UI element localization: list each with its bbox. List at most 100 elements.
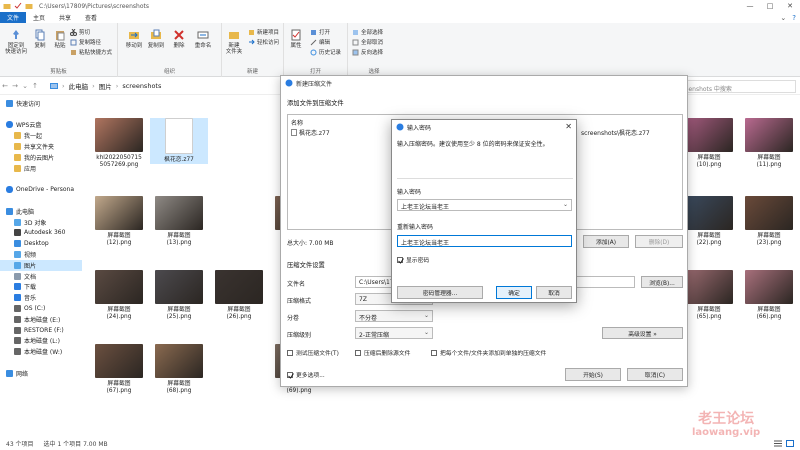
nav-item[interactable]: 网络 <box>0 368 82 379</box>
reenter-password-input[interactable]: 上老王论坛当老王 <box>397 235 572 247</box>
file-tile[interactable]: 屏幕截图 (10).png <box>680 118 738 169</box>
nav-item[interactable]: 应用 <box>0 163 82 174</box>
paste-shortcut-button[interactable]: 粘贴快捷方式 <box>70 48 112 56</box>
file-tile[interactable]: 屏幕截图 (25).png <box>150 270 208 321</box>
close-button[interactable]: ✕ <box>780 0 800 12</box>
properties-button[interactable]: 属性 <box>286 29 306 49</box>
nav-item[interactable]: 3D 对象 <box>0 217 82 228</box>
forward-arrow-icon[interactable]: → <box>10 82 20 90</box>
copy-button[interactable]: 复制 <box>32 29 48 49</box>
file-tile[interactable]: 屏幕截图 (26).png <box>210 270 268 321</box>
split-select[interactable]: 不分卷 ⌄ <box>355 310 433 322</box>
nav-item[interactable]: 文档 <box>0 271 82 282</box>
file-tile[interactable]: 屏幕截图 (24).png <box>90 270 148 321</box>
invert-selection-button[interactable]: 反向选择 <box>352 48 383 56</box>
chevron-down-icon[interactable]: ⌄ <box>20 82 30 90</box>
enter-password-input[interactable]: 上老王论坛当老王 ⌄ <box>397 199 572 211</box>
new-folder-button[interactable]: 新建 文件夹 <box>224 29 244 55</box>
tab-file[interactable]: 文件 <box>0 12 27 23</box>
show-password-checkbox[interactable]: 显示密码 <box>397 255 429 264</box>
select-none-button[interactable]: 全部取消 <box>352 38 383 46</box>
copy-to-button[interactable]: 复制到 <box>146 29 166 49</box>
nav-item[interactable]: 下载 <box>0 282 82 293</box>
minimize-button[interactable]: — <box>740 0 760 12</box>
nav-item[interactable]: 视频 <box>0 249 82 260</box>
advanced-settings-button[interactable]: 高级设置 » <box>602 327 683 339</box>
rename-button[interactable]: 重命名 <box>192 29 214 49</box>
nav-item[interactable]: Autodesk 360 <box>0 228 82 239</box>
nav-item[interactable]: 我一起 <box>0 130 82 141</box>
close-icon[interactable]: ✕ <box>565 122 572 131</box>
open-button[interactable]: 打开 <box>310 28 330 36</box>
archive-file-row[interactable]: 枫花恋.z77 <box>291 128 330 137</box>
archive-settings-header: 压缩文件设置 <box>287 262 325 269</box>
nav-item[interactable]: 我的云图片 <box>0 152 82 163</box>
separate-archives-checkbox[interactable]: 把每个文件/文件夹添加到单独的压缩文件 <box>431 348 546 357</box>
history-button[interactable]: 历史记录 <box>310 48 341 56</box>
tab-view[interactable]: 查看 <box>78 12 104 23</box>
pin-button[interactable]: 固定到 快速访问 <box>4 29 28 55</box>
chevron-down-icon[interactable]: ⌄ <box>780 14 786 22</box>
nav-item[interactable]: 图片 <box>0 259 82 271</box>
nav-item[interactable]: Desktop <box>0 238 82 249</box>
file-tile[interactable]: khl2022050715 5057269.png <box>90 118 148 169</box>
breadcrumb-item[interactable]: screenshots <box>122 82 161 90</box>
file-tile[interactable]: 枫花恋.z77 <box>150 118 208 164</box>
test-archive-checkbox[interactable]: 测试压缩文件(T) <box>287 348 339 357</box>
nav-item[interactable]: 此电脑 <box>0 206 82 217</box>
ok-button[interactable]: 确定 <box>496 286 532 299</box>
file-tile[interactable]: 屏幕截图 (65).png <box>680 270 738 321</box>
details-view-icon[interactable] <box>774 440 782 447</box>
file-tile[interactable]: 屏幕截图 (66).png <box>740 270 798 321</box>
breadcrumb[interactable]: › 此电脑 › 图片 › screenshots <box>50 81 161 91</box>
select-all-button[interactable]: 全部选择 <box>352 28 383 36</box>
level-select[interactable]: 2-正常压缩 ⌄ <box>355 327 433 339</box>
nav-item[interactable]: 本地磁盘 (L:) <box>0 336 82 347</box>
help-icon[interactable]: ? <box>792 14 796 22</box>
tab-home[interactable]: 主页 <box>26 12 52 23</box>
nav-item[interactable]: 快速访问 <box>0 98 82 109</box>
nav-item[interactable]: OneDrive - Persona <box>0 184 82 195</box>
tab-share[interactable]: 共享 <box>52 12 78 23</box>
copy-path-button[interactable]: 复制路径 <box>70 38 101 46</box>
nav-item[interactable]: 音乐 <box>0 292 82 303</box>
delete-after-checkbox[interactable]: 压缩后删除源文件 <box>355 348 410 357</box>
file-tile[interactable]: 屏幕截图 (12).png <box>90 196 148 247</box>
file-tile[interactable]: 屏幕截图 (13).png <box>150 196 208 247</box>
add-button[interactable]: 添加(A) <box>583 235 629 248</box>
password-manager-button[interactable]: 密码管理器... <box>397 286 483 299</box>
breadcrumb-item[interactable]: 此电脑 <box>69 81 89 91</box>
back-arrow-icon[interactable]: ← <box>0 82 10 90</box>
nav-item[interactable]: OS (C:) <box>0 303 82 314</box>
maximize-button[interactable]: □ <box>760 0 780 12</box>
checkmark-icon[interactable] <box>14 2 22 10</box>
cut-button[interactable]: 剪切 <box>70 28 90 36</box>
nav-item[interactable]: 本地磁盘 (W:) <box>0 346 82 357</box>
cancel-archive-button[interactable]: 取消(C) <box>627 368 683 381</box>
nav-item[interactable]: 共享文件夹 <box>0 141 82 152</box>
delete-file-button[interactable]: 删除(D) <box>635 235 683 248</box>
file-tile[interactable]: 屏幕截图 (23).png <box>740 196 798 247</box>
easy-access-button[interactable]: 轻松访问 <box>248 38 279 46</box>
file-tile[interactable]: 屏幕截图 (11).png <box>740 118 798 169</box>
delete-button[interactable]: 删除 <box>170 29 188 49</box>
move-to-button[interactable]: 移动到 <box>124 29 144 49</box>
file-tile[interactable]: 屏幕截图 (22).png <box>680 196 738 247</box>
nav-item[interactable]: 本地磁盘 (E:) <box>0 314 82 325</box>
cancel-button[interactable]: 取消 <box>536 286 572 299</box>
file-tile[interactable]: 屏幕截图 (67).png <box>90 344 148 395</box>
up-arrow-icon[interactable]: ↑ <box>30 82 40 90</box>
browse-button[interactable]: 浏览(B)... <box>641 276 683 288</box>
paste-button[interactable]: 粘贴 <box>52 29 68 49</box>
nav-item[interactable]: WPS云盘 <box>0 120 82 131</box>
search-input[interactable]: screenshots 中搜索 <box>671 80 796 93</box>
nav-item[interactable]: RESTORE (F:) <box>0 325 82 336</box>
new-item-button[interactable]: 新建项目 <box>248 28 279 36</box>
folder-icon[interactable] <box>25 2 33 10</box>
large-icons-view-icon[interactable] <box>786 439 794 447</box>
more-options-checkbox[interactable]: 更多选项... <box>287 370 325 379</box>
edit-button[interactable]: 编辑 <box>310 38 330 46</box>
file-tile[interactable]: 屏幕截图 (68).png <box>150 344 208 395</box>
start-button[interactable]: 开始(S) <box>565 368 621 381</box>
breadcrumb-item[interactable]: 图片 <box>99 81 112 91</box>
